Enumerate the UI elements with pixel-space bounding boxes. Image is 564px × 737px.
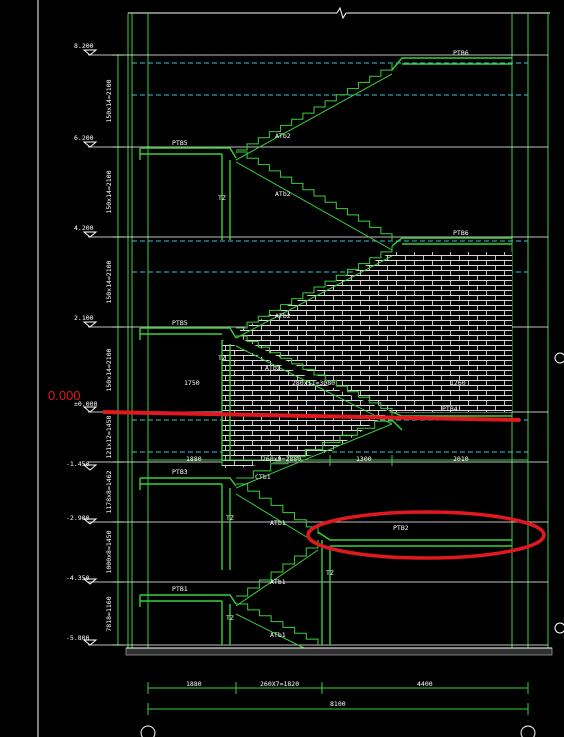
label-tz: TZ [218,354,226,362]
label-atb1: ATb1 [270,578,286,586]
label-tz: TZ [326,569,334,577]
dim-text: 1300 [356,455,372,463]
elevation-mark: -5.800 [66,634,98,646]
elevation-mark: -1.450 [66,460,98,471]
storey-dim: 121x12=1450 [105,415,113,458]
storey-dimensions: 150x14=2100 150x14=2100 150x14=2100 150x… [105,79,113,631]
stair-section-drawing: 8.200 6.200 4.200 2.100 ±0.000 -1.450 -2… [37,0,564,737]
left-dimension-line [112,54,124,646]
dim-text: 1880 [186,680,202,688]
elevation-mark: 2.100 [74,314,98,328]
svg-text:-2.900: -2.900 [66,514,90,522]
elevation-mark: 8.200 [74,42,98,56]
storey-dim: 150x14=2100 [105,348,113,391]
ground [125,647,553,656]
svg-text:2.100: 2.100 [74,314,94,322]
label-ptb5: PTB5 [172,319,188,327]
label-ptb4: PTB4 [442,405,458,413]
dim-text: 280x11=3080 [292,379,335,387]
label-atb1: ATb1 [270,519,286,527]
svg-text:-4.350: -4.350 [66,574,90,582]
label-ptb1: PTB1 [172,585,188,593]
label-tz: TZ [218,194,226,202]
dim-text: 1880 [186,455,202,463]
label-atb2: ATb2 [275,312,291,320]
label-ptb3: PTB3 [172,468,188,476]
dim-text: 1750 [184,379,200,387]
storey-dim: 7818=1160 [105,596,113,631]
zero-level-label: 0.000 [48,388,81,403]
svg-text:8.200: 8.200 [74,42,94,50]
label-ctb1: CTb1 [255,473,271,481]
label-tz: TZ [226,614,234,622]
label-tz: TZ [226,514,234,522]
label-atb1: ATb1 [270,631,286,639]
label-atb2: ATb2 [265,364,281,372]
stair-flight [236,540,319,597]
dim-text: 1260 [450,379,466,387]
label-atb2: ATb2 [275,190,291,198]
elevation-mark: -2.900 [66,514,98,525]
storey-dim: 150x14=2100 [105,260,113,303]
highlight-ellipse [306,510,546,560]
stair-flight [236,64,393,151]
dim-text: 4400 [417,680,433,688]
storey-dim: 150x14=2100 [105,170,113,213]
label-ptb6: PTB6 [453,49,469,57]
storey-dim: 1000x8=1450 [105,530,113,573]
label-ptb5: PTB5 [172,139,188,147]
storey-dim: 1178x8=1462 [105,470,113,513]
elevation-marks: 8.200 6.200 4.200 2.100 ±0.000 -1.450 -2… [66,42,98,646]
elevation-mark: -4.350 [66,574,98,585]
elevation-mark: 6.200 [74,134,98,148]
storey-dim: 150x14=2100 [105,79,113,122]
elevation-mark: 4.200 [74,224,98,238]
stair-flight [236,151,393,240]
label-ptb6: PTB6 [453,229,469,237]
label-ptb2: PTB2 [393,524,409,532]
dim-text: 260x9=2880 [262,455,301,463]
svg-text:6.200: 6.200 [74,134,94,142]
dim-text: 8100 [330,700,346,708]
svg-text:4.200: 4.200 [74,224,94,232]
brick-walls [222,252,512,468]
svg-text:-1.450: -1.450 [66,460,90,468]
dim-text: 2010 [453,455,469,463]
label-atb2: ATb2 [275,132,291,140]
svg-text:-5.800: -5.800 [66,634,90,642]
dim-text: 260X7=1820 [260,680,299,688]
